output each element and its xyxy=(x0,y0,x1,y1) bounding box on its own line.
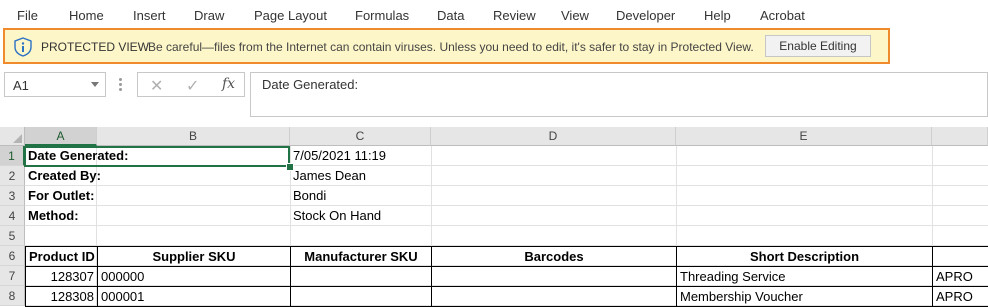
cell-a4[interactable]: Method: xyxy=(25,206,290,226)
active-cell-selection[interactable] xyxy=(24,146,290,167)
table-cell-short-description[interactable]: Threading Service xyxy=(676,266,933,287)
cell-a3[interactable]: For Outlet: xyxy=(25,186,290,206)
grip-dots-icon[interactable] xyxy=(119,78,122,92)
table-cell-barcodes[interactable] xyxy=(431,266,677,287)
row-header-6[interactable]: 6 xyxy=(0,246,25,266)
protected-view-title: PROTECTED VIEW xyxy=(41,40,150,54)
tab-data[interactable]: Data xyxy=(437,8,464,23)
table-header-short-description[interactable]: Short Description xyxy=(676,246,933,267)
formula-input[interactable]: Date Generated: xyxy=(250,72,988,117)
enter-check-icon[interactable]: ✓ xyxy=(186,76,199,96)
row-header-4[interactable]: 4 xyxy=(0,206,25,226)
select-all-triangle-icon xyxy=(13,134,22,143)
tab-view[interactable]: View xyxy=(561,8,589,23)
tab-file[interactable]: File xyxy=(17,8,38,23)
insert-function-icon[interactable]: fx xyxy=(222,76,235,92)
table-cell-f[interactable]: APRO xyxy=(932,266,988,287)
table-cell-product-id[interactable]: 128308 xyxy=(25,286,98,307)
select-all-button[interactable] xyxy=(0,127,25,146)
formula-value: Date Generated: xyxy=(262,77,359,92)
cell-c2[interactable]: James Dean xyxy=(290,166,431,186)
fill-handle[interactable] xyxy=(286,163,294,171)
table-cell-supplier-sku[interactable]: 000001 xyxy=(97,286,291,307)
tab-insert[interactable]: Insert xyxy=(133,8,166,23)
table-cell-manufacturer-sku[interactable] xyxy=(290,266,432,287)
spreadsheet-grid: A B C D E 1 2 3 4 5 6 7 8 Date Generated… xyxy=(0,127,988,307)
formula-buttons: ✕ ✓ fx xyxy=(137,72,245,97)
row-header-1[interactable]: 1 xyxy=(0,146,25,166)
table-cell-supplier-sku[interactable]: 000000 xyxy=(97,266,291,287)
tab-acrobat[interactable]: Acrobat xyxy=(760,8,805,23)
tab-home[interactable]: Home xyxy=(69,8,104,23)
table-header-product-id[interactable]: Product ID xyxy=(25,246,98,267)
table-header-manufacturer-sku[interactable]: Manufacturer SKU xyxy=(290,246,432,267)
table-cell-barcodes[interactable] xyxy=(431,286,677,307)
chevron-down-icon[interactable] xyxy=(91,82,99,87)
name-box[interactable]: A1 xyxy=(4,72,106,97)
cell-c4[interactable]: Stock On Hand xyxy=(290,206,431,226)
table-cell-manufacturer-sku[interactable] xyxy=(290,286,432,307)
column-header-e[interactable]: E xyxy=(676,127,932,146)
row-header-7[interactable]: 7 xyxy=(0,266,25,286)
column-header-d[interactable]: D xyxy=(431,127,676,146)
tab-formulas[interactable]: Formulas xyxy=(355,8,409,23)
cell-c1[interactable]: 7/05/2021 11:19 xyxy=(290,146,431,166)
row-header-5[interactable]: 5 xyxy=(0,226,25,246)
column-header-f[interactable] xyxy=(932,127,988,146)
tab-developer[interactable]: Developer xyxy=(616,8,675,23)
table-cell-product-id[interactable]: 128307 xyxy=(25,266,98,287)
table-cell-short-description[interactable]: Membership Voucher xyxy=(676,286,933,307)
shield-info-icon xyxy=(14,37,32,57)
ribbon-tabs: File Home Insert Draw Page Layout Formul… xyxy=(0,0,988,30)
column-header-c[interactable]: C xyxy=(290,127,431,146)
tab-draw[interactable]: Draw xyxy=(194,8,224,23)
row-header-3[interactable]: 3 xyxy=(0,186,25,206)
enable-editing-button[interactable]: Enable Editing xyxy=(765,35,871,57)
cell-a2[interactable]: Created By: xyxy=(25,166,290,186)
table-header-barcodes[interactable]: Barcodes xyxy=(431,246,677,267)
row-header-8[interactable]: 8 xyxy=(0,286,25,306)
cell-c3[interactable]: Bondi xyxy=(290,186,431,206)
cancel-icon[interactable]: ✕ xyxy=(150,76,163,96)
table-cell-f[interactable]: APRO xyxy=(932,286,988,307)
tab-review[interactable]: Review xyxy=(493,8,536,23)
tab-page-layout[interactable]: Page Layout xyxy=(254,8,327,23)
column-header-a[interactable]: A xyxy=(25,127,97,146)
column-header-b[interactable]: B xyxy=(97,127,290,146)
table-header-f[interactable] xyxy=(932,246,988,267)
tab-help[interactable]: Help xyxy=(704,8,731,23)
protected-view-bar: PROTECTED VIEW Be careful—files from the… xyxy=(3,28,890,64)
name-box-value: A1 xyxy=(13,78,29,93)
row-header-2[interactable]: 2 xyxy=(0,166,25,186)
protected-view-message: Be careful—files from the Internet can c… xyxy=(148,40,754,54)
table-header-supplier-sku[interactable]: Supplier SKU xyxy=(97,246,291,267)
